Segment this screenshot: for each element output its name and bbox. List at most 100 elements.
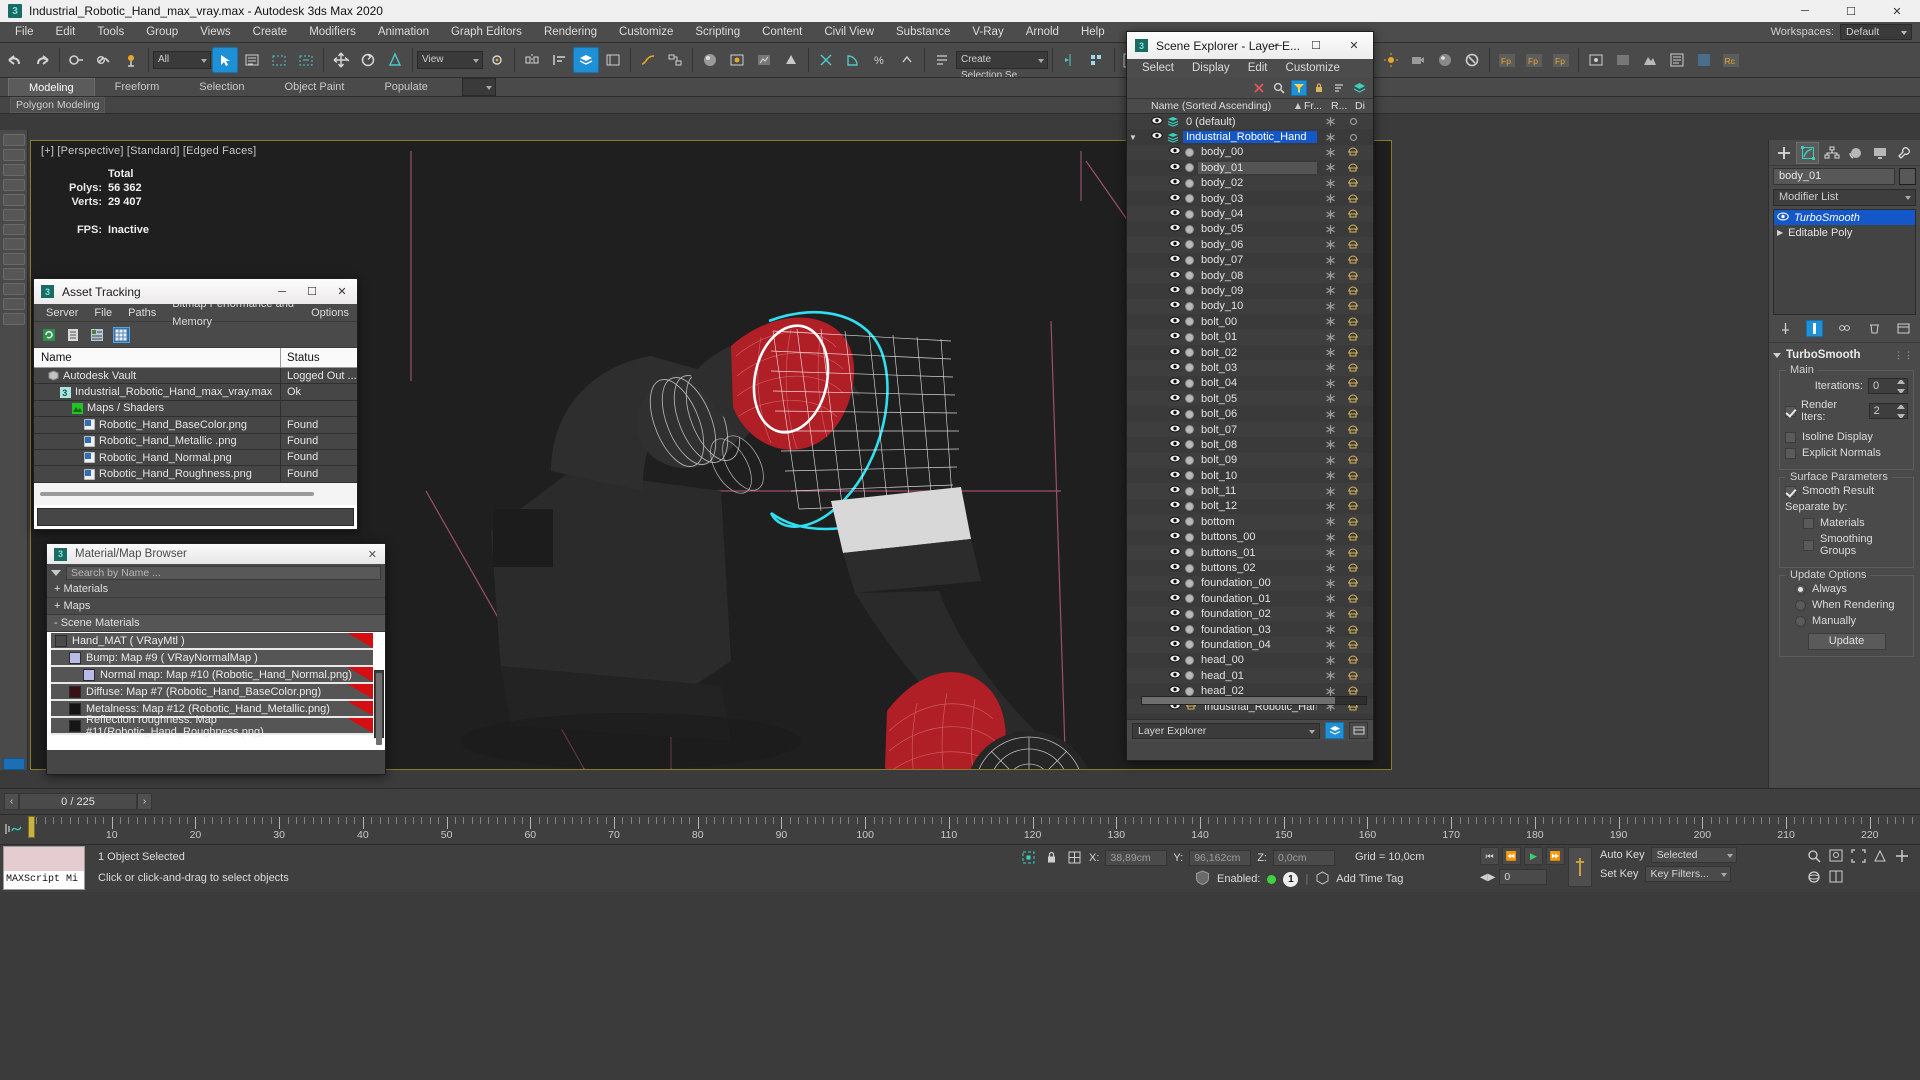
select-and-rotate-icon[interactable] [355,47,381,73]
menu-modifiers[interactable]: Modifiers [298,22,367,43]
bind-space-warp-icon[interactable] [118,47,144,73]
modifier-stack-item-editable-poly[interactable]: ▶ Editable Poly [1774,225,1915,240]
scene-explorer-row-body-05[interactable]: body_05 [1127,221,1373,238]
visibility-eye-icon[interactable] [1169,362,1181,374]
menu-civil-view[interactable]: Civil View [813,22,885,43]
window-crossing-icon[interactable] [293,47,319,73]
visibility-eye-icon[interactable] [1169,531,1181,543]
menu-rendering[interactable]: Rendering [533,22,608,43]
visibility-eye-icon[interactable] [1169,146,1181,158]
frozen-toggle-icon[interactable] [1317,501,1343,512]
open-render-setup-icon[interactable] [1583,47,1609,73]
absolute-relative-toggle-icon[interactable] [1066,849,1083,866]
renderable-toggle-icon[interactable] [1343,147,1363,157]
renderable-toggle-icon[interactable] [1343,655,1363,665]
asset-tracking-horizontal-scrollbar[interactable] [34,482,357,505]
list-item[interactable]: Reflection roughness: Map #11(Robotic_Ha… [51,714,373,738]
renderable-toggle-icon[interactable] [1343,594,1363,604]
visibility-eye-icon[interactable] [1169,439,1181,451]
visibility-eye-icon[interactable] [1169,177,1181,189]
fp2-toggle-icon[interactable]: Fp [1521,47,1547,73]
visibility-eye-icon[interactable] [1169,208,1181,220]
explorer-mode-combo[interactable]: Layer Explorer [1132,722,1320,739]
chevron-down-icon[interactable] [51,569,61,576]
table-row[interactable]: Autodesk Vault Logged Out ... [34,367,357,385]
timeline-ruler[interactable]: 10 20 30 40 50 60 70 80 90 100 110 120 130 140 150 160 1… [0,814,1920,844]
visibility-eye-icon[interactable] [1169,408,1181,420]
scene-converter-icon[interactable] [1691,47,1717,73]
se-menu-display[interactable]: Display [1183,59,1239,78]
explicit-normals-checkbox[interactable] [1785,447,1796,459]
visibility-eye-icon[interactable] [1169,654,1181,666]
ribbon-mode-combo[interactable] [461,78,496,96]
fp3-toggle-icon[interactable]: Fp [1548,47,1574,73]
frozen-toggle-icon[interactable] [1317,316,1343,327]
tab-display[interactable] [1868,142,1891,164]
schematic-view-icon[interactable] [662,47,688,73]
align-icon[interactable] [546,47,572,73]
renderable-toggle-icon[interactable] [1343,455,1363,465]
frozen-toggle-icon[interactable] [1317,670,1343,681]
scene-explorer-row-bolt-08[interactable]: bolt_08 [1127,437,1373,453]
percent-snap-icon[interactable]: % [867,47,893,73]
pin-stack-icon[interactable] [1777,320,1794,337]
physical-camera-icon[interactable] [1405,47,1431,73]
frozen-toggle-icon[interactable] [1317,686,1343,697]
update-button[interactable]: Update [1807,633,1886,650]
menu-graph-editors[interactable]: Graph Editors [440,22,533,43]
visibility-eye-icon[interactable] [1169,254,1181,266]
frozen-toggle-icon[interactable] [1317,455,1343,466]
snaps-toggle-icon[interactable] [813,47,839,73]
tab-create[interactable] [1772,142,1795,164]
scene-explorer-row-head-01[interactable]: head_01 [1127,668,1373,684]
frozen-toggle-icon[interactable] [1317,593,1343,604]
sort-icon[interactable] [1331,80,1347,96]
menu-animation[interactable]: Animation [367,22,440,43]
ribbon-tab-populate[interactable]: Populate [364,78,447,96]
renderable-toggle-icon[interactable] [1343,501,1363,511]
pivot-point-icon[interactable] [484,47,510,73]
renderable-toggle-icon[interactable] [1343,548,1363,558]
zoom-all-icon[interactable] [1827,847,1846,865]
select-by-name-icon[interactable] [239,47,265,73]
coord-z-field[interactable]: 0,0cm [1272,849,1335,866]
menu-views[interactable]: Views [189,22,241,43]
frozen-toggle-icon[interactable] [1317,285,1343,296]
prev-frame-button[interactable]: ‹ [4,793,19,810]
maximize-viewport-icon[interactable] [1827,868,1846,886]
smooth-result-checkbox[interactable] [1785,485,1796,497]
object-name-field[interactable]: body_01 [1773,167,1895,185]
se-col-render[interactable]: R... [1331,100,1355,112]
group-scene-materials[interactable]: - Scene Materials [47,615,385,632]
scene-explorer-row-body-08[interactable]: body_08 [1127,267,1373,284]
frozen-toggle-icon[interactable] [1317,301,1343,312]
show-end-result-icon[interactable] [1806,319,1824,337]
frozen-toggle-icon[interactable] [1317,162,1343,173]
scene-explorer-row-head-00[interactable]: head_00 [1127,652,1373,669]
renderable-toggle-icon[interactable] [1343,194,1363,204]
visibility-eye-icon[interactable] [1169,162,1181,174]
edit-named-selection-icon[interactable] [929,47,955,73]
visibility-eye-icon[interactable] [1169,516,1181,528]
render-frame-window-icon[interactable] [751,47,777,73]
visibility-eye-icon[interactable] [1169,485,1181,497]
left-tool-12-icon[interactable] [2,298,25,311]
visibility-eye-icon[interactable] [1169,285,1181,297]
frame-spinner-field[interactable]: 0 [1499,869,1548,885]
render-icon[interactable] [1637,47,1663,73]
menu-vray[interactable]: V-Ray [961,22,1014,43]
scene-explorer-row-bolt-03[interactable]: bolt_03 [1127,360,1373,376]
menu-scripting[interactable]: Scripting [684,22,751,43]
modifier-stack-item-turbos[interactable]: TurboSmooth [1774,210,1915,225]
renderable-toggle-icon[interactable] [1343,378,1363,388]
zoom-icon[interactable] [1805,847,1824,865]
reference-coordinate-combo[interactable]: View [417,51,483,69]
frozen-toggle-icon[interactable] [1317,624,1343,635]
rectangular-select-region-icon[interactable] [266,47,292,73]
menu-substance[interactable]: Substance [885,22,961,43]
refresh-icon[interactable] [41,327,58,343]
frozen-toggle-icon[interactable] [1317,547,1343,558]
separate-smoothing-checkbox[interactable] [1803,539,1814,551]
renderable-toggle-icon[interactable] [1343,116,1363,127]
list-item[interactable]: Bump: Map #9 ( VRayNormalMap ) [51,650,373,667]
